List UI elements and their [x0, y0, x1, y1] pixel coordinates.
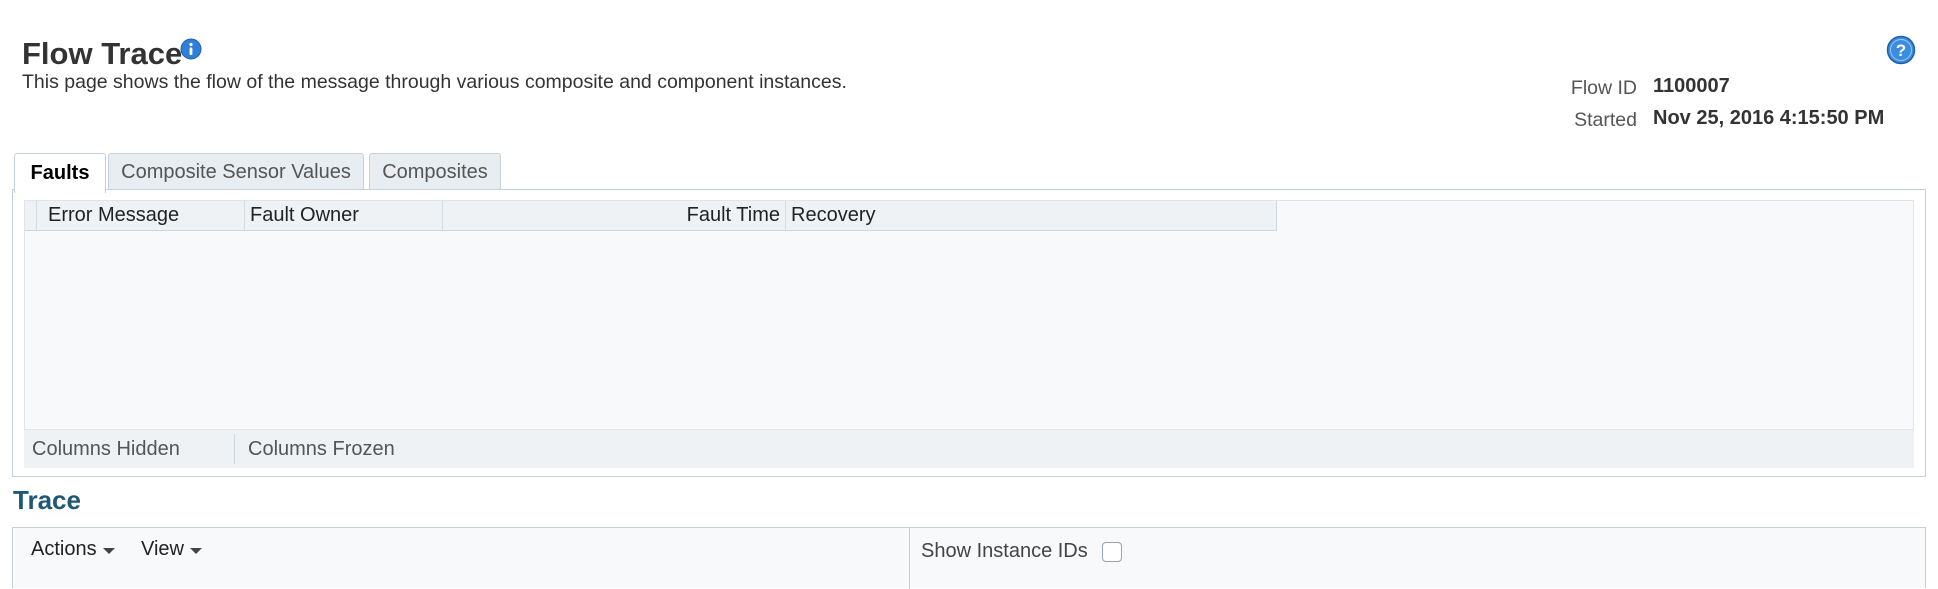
flow-id-label: Flow ID [1570, 77, 1637, 99]
footer-divider [234, 434, 235, 464]
svg-text:?: ? [1896, 41, 1906, 60]
actions-menu-label: Actions [31, 538, 97, 560]
tab-composites-label: Composites [382, 161, 488, 183]
faults-panel: Error Message Fault Owner Fault Time Rec… [12, 189, 1926, 477]
help-icon[interactable]: ? [1886, 35, 1916, 65]
col-error-message[interactable]: Error Message [37, 201, 245, 230]
actions-menu[interactable]: Actions [31, 538, 115, 561]
tab-composite-sensor-values[interactable]: Composite Sensor Values [108, 153, 364, 191]
started-label: Started [1574, 109, 1637, 131]
faults-table: Error Message Fault Owner Fault Time Rec… [24, 200, 1914, 430]
show-instance-ids-control[interactable]: Show Instance IDs [921, 540, 1122, 563]
faults-table-header: Error Message Fault Owner Fault Time Rec… [25, 201, 1277, 231]
chevron-down-icon [190, 547, 202, 554]
chevron-down-icon [102, 547, 115, 554]
trace-section-title: Trace [13, 485, 81, 515]
tab-composites[interactable]: Composites [369, 153, 501, 191]
col-recovery[interactable]: Recovery [786, 201, 1276, 230]
page-description: This page shows the flow of the message … [22, 71, 847, 93]
flow-id-value: 1100007 [1653, 75, 1730, 97]
col-fault-owner[interactable]: Fault Owner [245, 201, 443, 230]
tab-faults[interactable]: Faults [14, 153, 106, 193]
faults-table-footer: Columns Hidden Columns Frozen [24, 430, 1914, 468]
page-title: Flow Trace [22, 36, 183, 71]
show-instance-ids-checkbox[interactable] [1101, 541, 1122, 562]
col-fault-time[interactable]: Fault Time [443, 201, 786, 230]
tab-faults-label: Faults [30, 162, 90, 184]
columns-frozen-status: Columns Frozen [248, 438, 395, 460]
show-instance-ids-label: Show Instance IDs [921, 540, 1088, 562]
view-menu-label: View [141, 538, 184, 560]
info-icon[interactable] [180, 38, 202, 60]
columns-hidden-status: Columns Hidden [32, 438, 180, 460]
toolbar-divider [909, 528, 910, 589]
view-menu[interactable]: View [141, 538, 202, 561]
trace-toolbar: Actions View Show Instance IDs [12, 527, 1926, 589]
started-value: Nov 25, 2016 4:15:50 PM [1653, 107, 1885, 129]
row-selector-header [25, 201, 37, 230]
tab-composite-sensor-values-label: Composite Sensor Values [121, 161, 351, 183]
